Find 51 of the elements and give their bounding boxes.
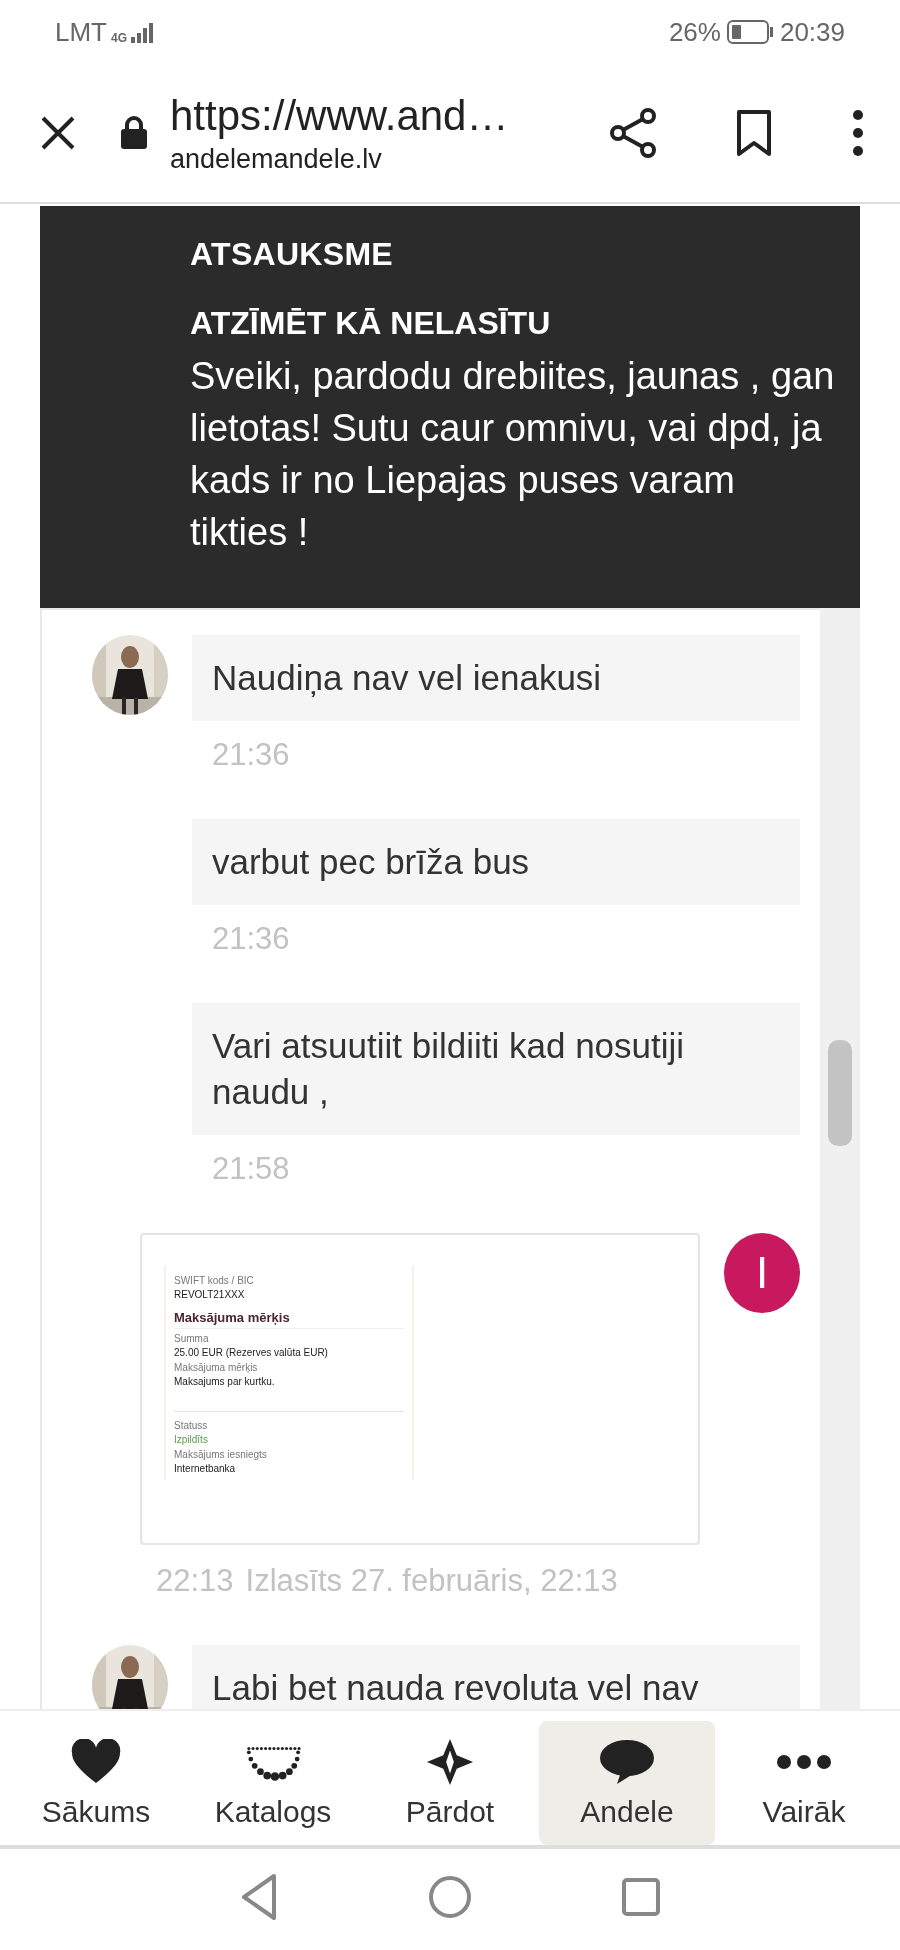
close-icon[interactable] bbox=[40, 115, 76, 151]
field-label: Statuss bbox=[174, 1420, 209, 1431]
battery-percent: 26% bbox=[668, 16, 721, 48]
heart-icon bbox=[70, 1739, 122, 1785]
nav-tab[interactable]: Sākums bbox=[8, 1721, 184, 1845]
field-label: Summa bbox=[174, 1333, 210, 1344]
diamond-star-icon bbox=[425, 1737, 475, 1787]
lock-icon bbox=[120, 116, 148, 150]
speech-bubble-icon bbox=[599, 1738, 655, 1786]
image-attachment[interactable]: SWIFT kods / BIC REVOLT21XXX Maksājuma mērķis Summa 25.00 EUR (Rezerves valūta EUR) Maksājuma mērķis Maksajums par kurtku. Statuss Izpildīts Maksājums iesniegts Internetbanka bbox=[140, 1233, 700, 1545]
message-time: 22:13 bbox=[156, 1563, 234, 1599]
message-time: 21:58 bbox=[211, 1151, 291, 1187]
message-bubble: varbut pec brīža bus bbox=[192, 819, 800, 905]
user-avatar: I bbox=[724, 1233, 800, 1313]
nav-tab[interactable]: Katalogs bbox=[185, 1721, 361, 1845]
mark-unread-link[interactable]: ATZĪMĒT KĀ NELASĪTU bbox=[190, 305, 836, 342]
scrollbar-thumb[interactable] bbox=[828, 1040, 852, 1146]
status-value: Izpildīts bbox=[174, 1434, 209, 1445]
battery-icon bbox=[726, 20, 774, 44]
field-value: Maksajums par kurtku. bbox=[174, 1376, 276, 1387]
back-icon[interactable] bbox=[240, 1873, 278, 1921]
field-value: REVOLT21XXX bbox=[174, 1289, 246, 1300]
notice-text: Sveiki, pardodu drebiites, jaunas , gan lietotas! Sutu caur omnivu, vai dpd, ja kads ir no Liepajas puses varam tikties ! bbox=[190, 354, 836, 555]
bookmark-icon[interactable] bbox=[736, 109, 772, 157]
field-label: Maksājums iesniegts bbox=[174, 1449, 268, 1460]
notice-title: ATSAUKSME bbox=[190, 236, 394, 273]
share-icon[interactable] bbox=[610, 108, 656, 158]
field-label: SWIFT kods / BIC bbox=[174, 1275, 255, 1286]
more-icon bbox=[776, 1754, 832, 1770]
home-icon[interactable] bbox=[428, 1875, 472, 1919]
clock: 20:39 bbox=[779, 16, 845, 48]
message-bubble: Naudiņa nav vel ienakusi bbox=[192, 635, 800, 721]
signal-icon bbox=[131, 21, 153, 43]
field-label: Maksājuma mērķis bbox=[174, 1362, 259, 1373]
nav-tab[interactable]: Vairāk bbox=[716, 1721, 892, 1845]
page-domain: andelemandele.lv bbox=[170, 143, 383, 175]
field-value: Internetbanka bbox=[174, 1463, 237, 1474]
message-time: 21:36 bbox=[211, 921, 291, 957]
nav-tab[interactable]: Andele bbox=[539, 1721, 715, 1845]
message-time: 21:36 bbox=[211, 737, 291, 773]
recents-icon[interactable] bbox=[622, 1878, 660, 1916]
message-bubble: Labi bet nauda revoluta vel nav bbox=[192, 1645, 800, 1709]
network-type: 4G bbox=[111, 30, 127, 45]
field-value: 25.00 EUR (Rezerves valūta EUR) bbox=[174, 1347, 329, 1358]
message-bubble: Vari atsuutiit bildiiti kad nosutiji naudu , bbox=[192, 1003, 800, 1135]
read-receipt: Izlasīts 27. februāris, 22:13 bbox=[245, 1563, 618, 1599]
more-icon[interactable] bbox=[852, 109, 864, 157]
carrier-name: LMT bbox=[55, 16, 107, 48]
page-url[interactable]: https://www.and… bbox=[170, 91, 610, 140]
section-heading: Maksājuma mērķis bbox=[174, 1310, 404, 1329]
nav-tab[interactable]: Pārdot bbox=[362, 1721, 538, 1845]
